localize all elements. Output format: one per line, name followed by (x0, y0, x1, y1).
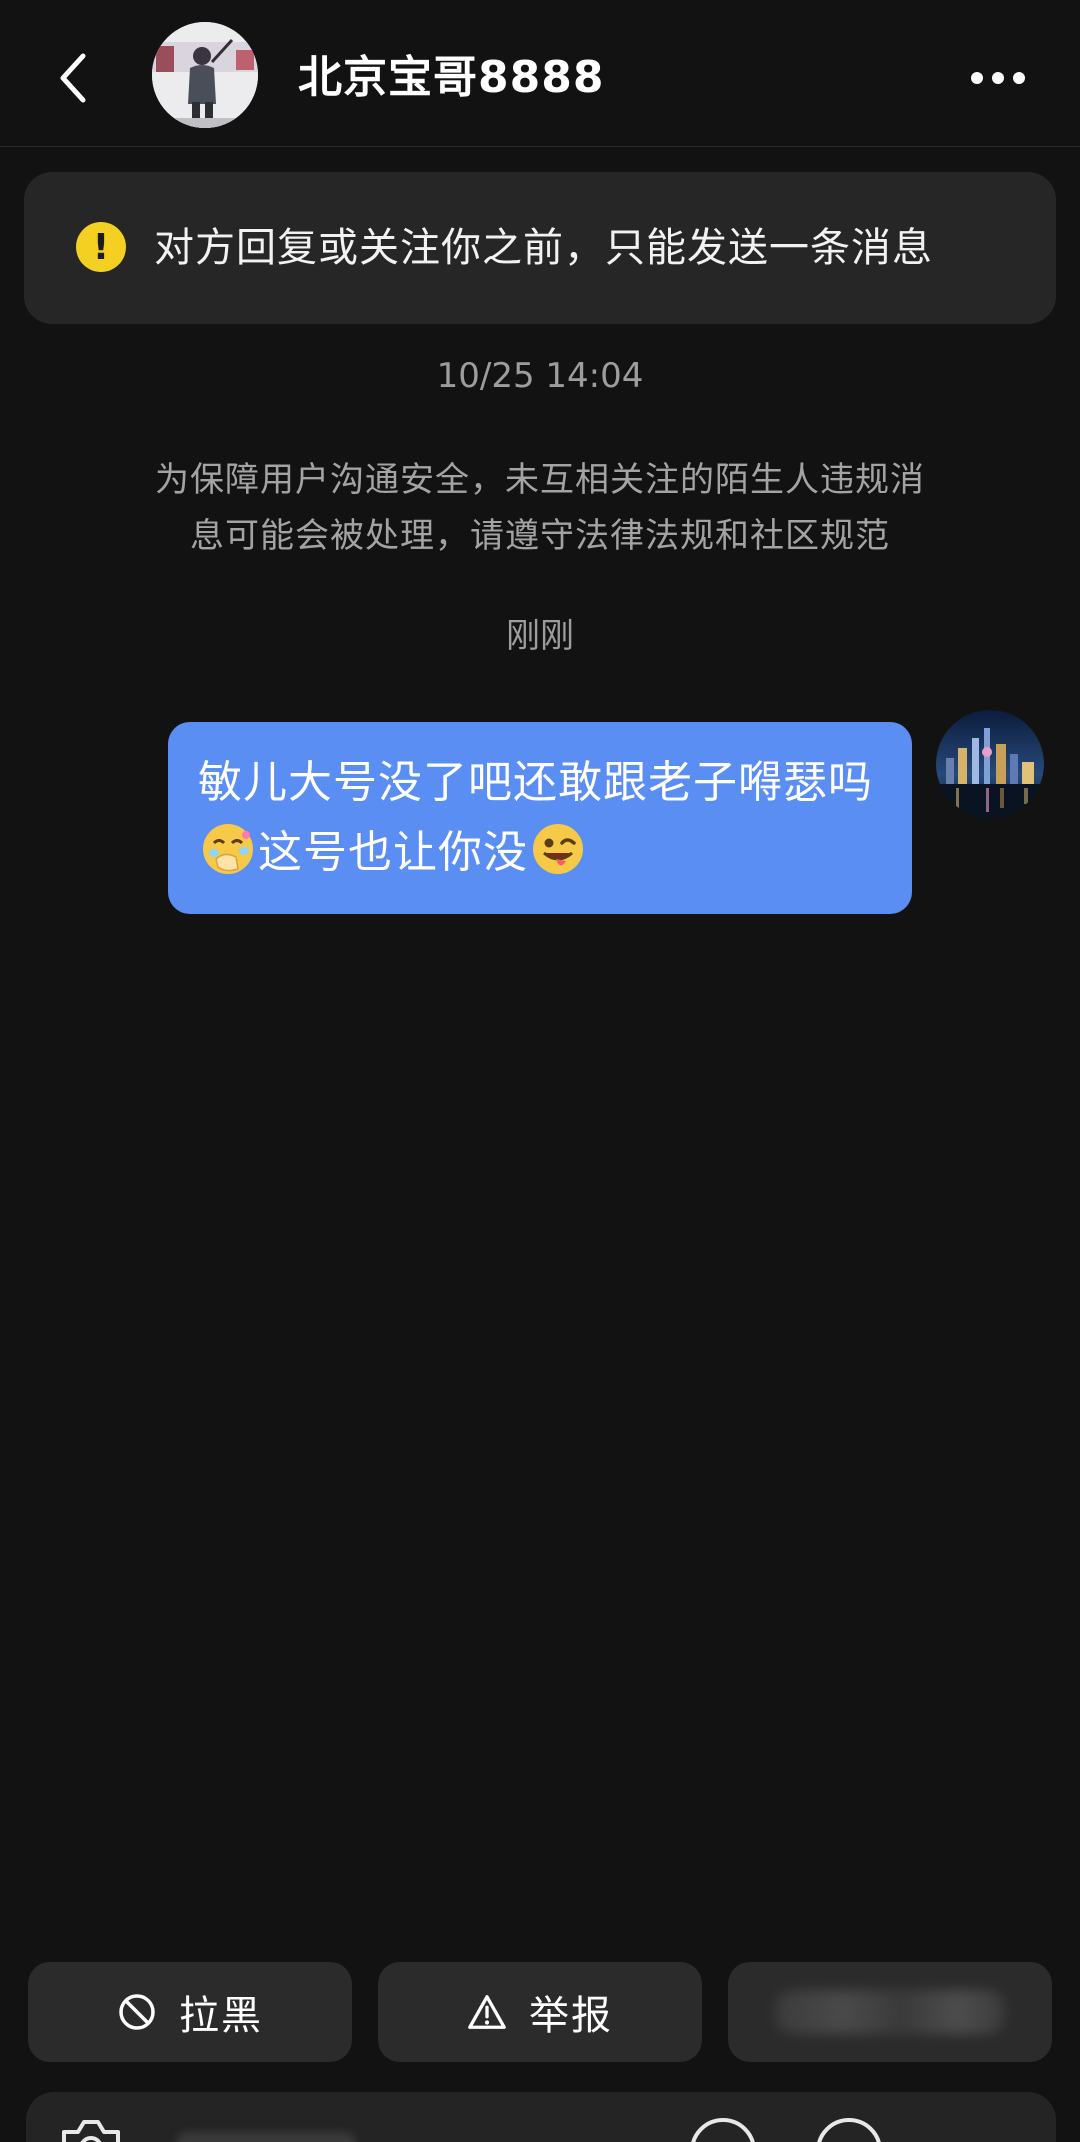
system-message: 为保障用户沟通安全，未互相关注的陌生人违规消息可能会被处理，请遵守法律法规和社区… (155, 460, 925, 556)
blurred-label (775, 1990, 1005, 2034)
warning-icon: ! (76, 222, 126, 272)
block-button[interactable]: 拉黑 (28, 1962, 352, 2062)
contact-name[interactable]: 北京宝哥8888 (298, 48, 604, 108)
timestamp-recent: 刚刚 (506, 616, 574, 656)
third-action-button[interactable] (728, 1962, 1052, 2062)
report-label: 举报 (529, 1993, 613, 2039)
message-input-bar[interactable] (26, 2092, 1056, 2142)
message-text-part2: 这号也让你没 (258, 827, 528, 878)
message-limit-notice: ! 对方回复或关注你之前，只能发送一条消息 (24, 172, 1056, 324)
winking-tongue-emoji (533, 824, 583, 874)
camera-icon[interactable] (56, 2114, 126, 2142)
plus-icon[interactable] (816, 2118, 882, 2142)
chevron-left-icon (60, 53, 86, 103)
person-avatar-image (152, 22, 258, 128)
input-placeholder-blurred (176, 2132, 356, 2142)
message-text: 敏儿大号没了吧还敢跟老子嘚瑟吗 这号也让你没 (198, 748, 882, 888)
emoji-icon[interactable] (690, 2118, 756, 2142)
report-button[interactable]: 举报 (378, 1962, 702, 2062)
more-button[interactable] (958, 48, 1038, 108)
timestamp: 10/25 14:04 (436, 356, 644, 396)
more-dots-icon (971, 72, 983, 84)
back-button[interactable] (38, 38, 108, 118)
warning-triangle-icon (467, 1992, 507, 2032)
sent-message-bubble[interactable]: 敏儿大号没了吧还敢跟老子嘚瑟吗 这号也让你没 (168, 722, 912, 914)
message-text-part1: 敏儿大号没了吧还敢跟老子嘚瑟吗 (198, 757, 873, 808)
notice-text: 对方回复或关注你之前，只能发送一条消息 (154, 225, 933, 271)
chat-screen: 北京宝哥8888 ! 对方回复或关注你之前，只能发送一条消息 10/25 14:… (0, 0, 1080, 2142)
contact-avatar[interactable] (152, 22, 258, 128)
chat-header: 北京宝哥8888 (0, 0, 1080, 147)
block-icon (117, 1992, 157, 2032)
block-label: 拉黑 (179, 1993, 263, 2039)
laughing-covering-mouth-emoji (203, 824, 253, 874)
my-avatar[interactable] (936, 710, 1044, 818)
city-night-avatar-image (936, 710, 1044, 818)
